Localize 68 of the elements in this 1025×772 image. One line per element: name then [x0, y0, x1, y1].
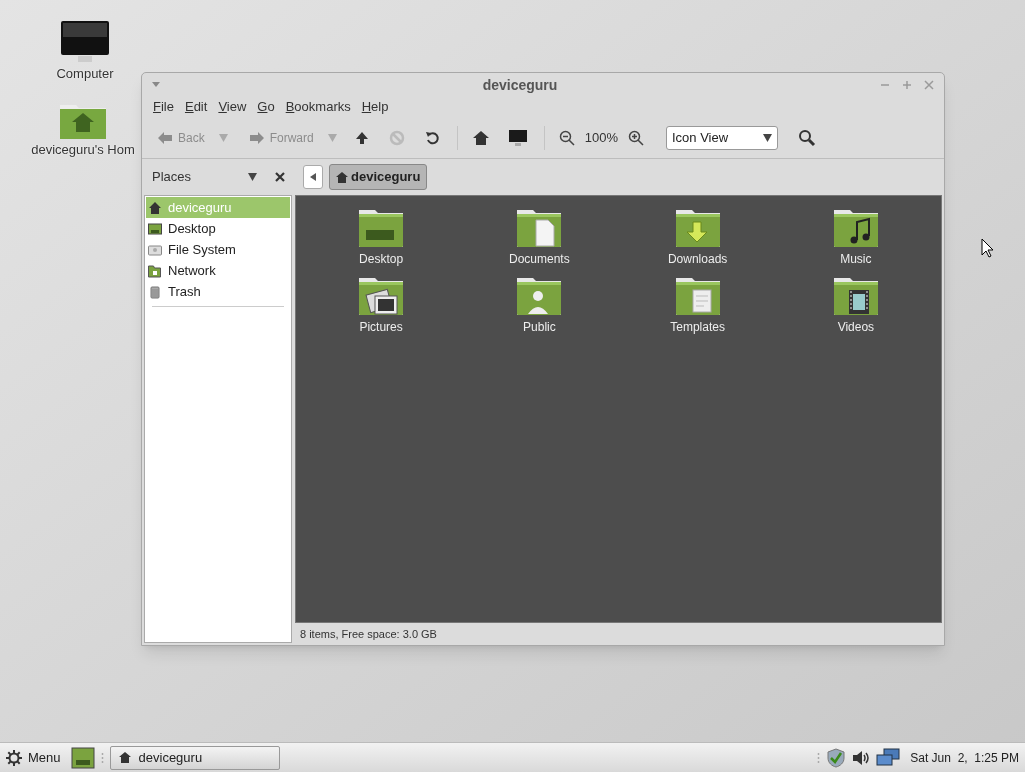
window-title: deviceguru: [481, 75, 559, 95]
drag-handle-icon[interactable]: [817, 752, 821, 763]
view-dropdown[interactable]: Icon View: [665, 125, 778, 150]
sidebar-title: Places: [152, 168, 193, 187]
file-label[interactable]: Videos: [837, 318, 875, 336]
mouse-pointer-icon: [981, 238, 995, 258]
menu-item[interactable]: Bookmarks: [280, 97, 356, 117]
home-icon: [148, 200, 162, 215]
show-desktop-icon[interactable]: [70, 746, 95, 769]
file-label[interactable]: Documents: [509, 250, 570, 268]
menu-item[interactable]: Help: [356, 97, 394, 117]
search-icon[interactable]: [797, 128, 816, 147]
sidebar-item[interactable]: Network: [146, 260, 290, 281]
gear-icon: [6, 749, 22, 766]
close-icon[interactable]: [275, 172, 285, 182]
back-arrow-icon: [158, 131, 172, 144]
file-label[interactable]: Templates: [670, 318, 725, 336]
menu-item[interactable]: View: [213, 97, 252, 117]
sidebar-item[interactable]: File System: [146, 239, 290, 260]
sidebar-item[interactable]: Desktop: [146, 218, 290, 239]
path-scroll-left-button[interactable]: [303, 165, 323, 189]
desktop-icon-label[interactable]: Computer: [56, 64, 114, 84]
menu-item[interactable]: Go: [252, 97, 280, 117]
up-arrow-icon[interactable]: [354, 130, 369, 145]
menu-item[interactable]: File: [148, 97, 179, 117]
folder-icon[interactable]: [674, 276, 721, 316]
dropdown-arrow-icon[interactable]: [248, 173, 257, 181]
shield-icon[interactable]: [826, 747, 847, 768]
file-label[interactable]: Pictures: [359, 318, 403, 336]
folder-icon: [148, 263, 162, 278]
home-icon: [118, 752, 131, 763]
menu-item[interactable]: Edit: [179, 97, 213, 117]
monitor-icon[interactable]: [507, 127, 528, 148]
path-button[interactable]: deviceguru: [329, 164, 428, 190]
file-label[interactable]: Music: [840, 250, 872, 268]
file-label[interactable]: Desktop: [359, 250, 404, 268]
desktop-icon-label[interactable]: deviceguru's Hom: [31, 139, 135, 159]
folder-icon[interactable]: [516, 208, 563, 248]
file-label[interactable]: Downloads: [667, 250, 728, 268]
left-triangle-icon: [310, 173, 316, 181]
forward-arrow-icon: [249, 131, 264, 144]
start-menu-button[interactable]: Menu: [6, 747, 65, 768]
clock[interactable]: Sat Jun 2, 1:25 PM: [906, 748, 1019, 767]
folder-icon[interactable]: [358, 208, 405, 248]
taskbar-window-button[interactable]: deviceguru: [109, 745, 280, 770]
sidebar-item[interactable]: Trash: [146, 281, 290, 302]
drag-handle-icon[interactable]: [100, 752, 104, 763]
desktop-icon: [148, 221, 162, 236]
zoom-level: 100%: [584, 128, 618, 147]
trash-icon: [148, 284, 162, 299]
speaker-icon[interactable]: [852, 749, 871, 766]
dropdown-arrow-icon: [762, 133, 772, 142]
folder-icon[interactable]: [832, 276, 879, 316]
reload-icon[interactable]: [424, 129, 441, 146]
window-menu-icon[interactable]: [152, 82, 160, 88]
zoom-out-icon[interactable]: [558, 129, 575, 146]
folder-icon[interactable]: [674, 208, 721, 248]
folder-icon[interactable]: [358, 276, 405, 316]
network-icon[interactable]: [876, 747, 901, 768]
folder-icon[interactable]: [832, 208, 879, 248]
home-icon: [336, 171, 348, 183]
zoom-in-icon[interactable]: [627, 129, 644, 146]
file-label[interactable]: Public: [523, 318, 556, 336]
hard-drive-icon: [148, 242, 162, 257]
status-text: 8 items, Free space: 3.0 GB: [300, 626, 437, 642]
folder-icon[interactable]: [516, 276, 563, 316]
home-icon[interactable]: [471, 129, 490, 146]
monitor-icon[interactable]: [60, 20, 110, 64]
